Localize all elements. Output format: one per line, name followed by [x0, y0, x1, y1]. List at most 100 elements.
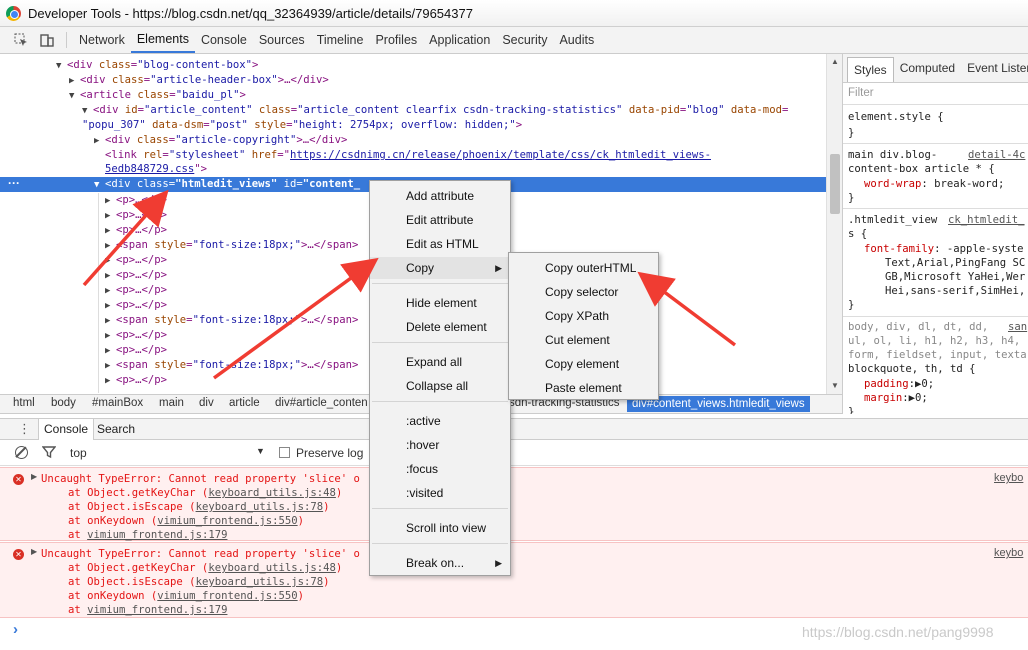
elements-scrollbar[interactable]: ▲ ▼ [826, 54, 842, 394]
menu-item-copy-xpath[interactable]: Copy XPath [509, 305, 658, 327]
tab-profiles[interactable]: Profiles [369, 27, 423, 53]
stack-frame-link[interactable]: vimium_frontend.js:550 [157, 590, 297, 602]
menu-item-active[interactable]: :active [370, 410, 510, 432]
dom-node[interactable]: ▶ <p>…</p> [105, 373, 167, 388]
breadcrumb-item[interactable]: #mainBox [92, 397, 143, 409]
dom-node[interactable]: ▶ <div class="article-header-box">…</div> [69, 73, 329, 88]
tab-event-listeners[interactable]: Event Listene [961, 54, 1028, 82]
dom-node[interactable]: ▶ <p>…</p> [105, 208, 167, 223]
tab-console-drawer[interactable]: Console [38, 419, 95, 440]
tab-security[interactable]: Security [496, 27, 553, 53]
breadcrumb-item[interactable]: main [159, 397, 184, 409]
style-property[interactable]: margin:▶0; [864, 391, 928, 405]
expand-triangle-icon[interactable]: ▶ [31, 472, 37, 481]
style-source-link[interactable]: detail-4c [968, 149, 1025, 161]
expand-triangle-icon[interactable]: ▶ [31, 547, 37, 556]
style-property[interactable]: font-family: -apple-syste [864, 242, 1023, 256]
error-source-link[interactable]: keybo [994, 547, 1023, 559]
menu-item-edit-attribute[interactable]: Edit attribute [370, 209, 510, 231]
dom-node[interactable]: ▶ <span style="font-size:18px;">…</span> [105, 238, 358, 253]
clear-console-icon[interactable] [15, 446, 28, 459]
dom-node[interactable]: ▼ <div class="blog-content-box"> [56, 58, 258, 73]
dom-node[interactable]: ▶ <p>…</p> [105, 283, 167, 298]
expand-triangle-icon[interactable]: ▶ [105, 314, 116, 329]
tab-timeline[interactable]: Timeline [311, 27, 370, 53]
dom-node[interactable]: ▶ <p>…</p> [105, 193, 167, 208]
style-source-link[interactable]: san [1008, 321, 1027, 333]
breadcrumb-item[interactable]: div#article_conten [275, 397, 368, 409]
dom-node[interactable]: ▶ <p>…</p> [105, 328, 167, 343]
expand-triangle-icon[interactable]: ▶ [105, 359, 116, 374]
expand-triangle-icon[interactable]: ▶ [105, 254, 116, 269]
dom-node[interactable]: ▶ <p>…</p> [105, 253, 167, 268]
dom-node[interactable]: ▶ <span style="font-size:18px;">…</span> [105, 313, 358, 328]
expand-triangle-icon[interactable]: ▶ [105, 299, 116, 314]
dom-node[interactable]: <link rel="stylesheet" href="https://csd… [105, 148, 711, 163]
tab-network[interactable]: Network [73, 27, 131, 53]
menu-item-copy-element[interactable]: Copy element [509, 353, 658, 375]
drawer-menu-icon[interactable]: ⋮ [18, 420, 31, 438]
expand-triangle-icon[interactable]: ▶ [105, 209, 116, 224]
stack-frame-link[interactable]: keyboard_utils.js:48 [208, 562, 336, 574]
menu-item-collapse-all[interactable]: Collapse all [370, 375, 510, 397]
styles-filter-input[interactable]: Filter [843, 83, 1028, 105]
menu-item-paste-element[interactable]: Paste element [509, 377, 658, 399]
dom-node[interactable]: ▼ <div id="article_content" class="articl… [82, 103, 788, 118]
style-source-link[interactable]: ck_htmledit_ [948, 214, 1025, 226]
menu-item-focus[interactable]: :focus [370, 458, 510, 480]
tab-console[interactable]: Console [195, 27, 253, 53]
dom-node[interactable]: ▶ <div class="article-copyright">…</div> [94, 133, 347, 148]
expand-triangle-icon[interactable]: ▶ [105, 224, 116, 239]
tab-search-drawer[interactable]: Search [97, 419, 135, 439]
more-dots-icon[interactable]: ··· [8, 177, 20, 190]
filter-funnel-icon[interactable] [41, 445, 57, 462]
stack-frame-link[interactable]: vimium_frontend.js:179 [87, 529, 227, 541]
dom-node[interactable]: ▶ <p>…</p> [105, 268, 167, 283]
breadcrumb-item[interactable]: body [51, 397, 76, 409]
menu-item-scroll-into-view[interactable]: Scroll into view [370, 517, 510, 539]
style-property[interactable]: word-wrap: break-word; [864, 177, 1004, 191]
context-dropdown-icon[interactable]: ▼ [256, 446, 265, 456]
menu-item-visited[interactable]: :visited [370, 482, 510, 504]
tab-styles[interactable]: Styles [847, 57, 894, 82]
tab-computed[interactable]: Computed [894, 54, 961, 82]
breadcrumb-item[interactable]: html [13, 397, 35, 409]
tab-audits[interactable]: Audits [553, 27, 600, 53]
tab-sources[interactable]: Sources [253, 27, 311, 53]
menu-item-copy-outerhtml[interactable]: Copy outerHTML [509, 257, 658, 279]
menu-item-cut-element[interactable]: Cut element [509, 329, 658, 351]
tab-application[interactable]: Application [423, 27, 496, 53]
expand-triangle-icon[interactable]: ▶ [105, 374, 116, 389]
stack-frame-link[interactable]: vimium_frontend.js:179 [87, 604, 227, 616]
menu-item-hide-element[interactable]: Hide element [370, 292, 510, 314]
tab-elements[interactable]: Elements [130, 27, 195, 53]
scroll-down-icon[interactable]: ▼ [831, 381, 839, 390]
expand-triangle-icon[interactable]: ▶ [105, 344, 116, 359]
expand-triangle-icon[interactable]: ▶ [105, 284, 116, 299]
device-mode-icon[interactable] [34, 27, 60, 53]
preserve-log-checkbox[interactable] [279, 447, 290, 458]
expand-triangle-icon[interactable]: ▶ [105, 239, 116, 254]
expand-triangle-icon[interactable]: ▶ [105, 329, 116, 344]
expand-triangle-icon[interactable]: ▶ [105, 269, 116, 284]
dom-node[interactable]: ▶ <p>…</p> [105, 343, 167, 358]
menu-item-expand-all[interactable]: Expand all [370, 351, 510, 373]
inspect-arrow-icon[interactable] [8, 27, 34, 53]
dom-node[interactable]: ▶ <span style="font-size:18px;">…</span> [105, 358, 358, 373]
dom-node[interactable]: ▼ <article class="baidu_pl"> [69, 88, 246, 103]
context-select[interactable]: top [70, 446, 87, 460]
stack-frame-link[interactable]: vimium_frontend.js:550 [157, 515, 297, 527]
style-property[interactable]: padding:▶0; [864, 377, 934, 391]
stylesheet-link[interactable]: 5edb848729.css [105, 163, 194, 175]
expand-triangle-icon[interactable]: ▶ [105, 194, 116, 209]
stack-frame-link[interactable]: keyboard_utils.js:48 [208, 487, 336, 499]
menu-item-copy[interactable]: Copy ▶ [370, 257, 510, 279]
stack-frame-link[interactable]: keyboard_utils.js:78 [196, 576, 324, 588]
menu-item-add-attribute[interactable]: Add attribute [370, 185, 510, 207]
dom-node[interactable]: ▶ <p>…</p> [105, 298, 167, 313]
breadcrumb-item[interactable]: div [199, 397, 214, 409]
breadcrumb-item[interactable]: article [229, 397, 260, 409]
scroll-up-icon[interactable]: ▲ [831, 57, 839, 66]
scrollbar-thumb[interactable] [830, 154, 840, 214]
menu-item-hover[interactable]: :hover [370, 434, 510, 456]
